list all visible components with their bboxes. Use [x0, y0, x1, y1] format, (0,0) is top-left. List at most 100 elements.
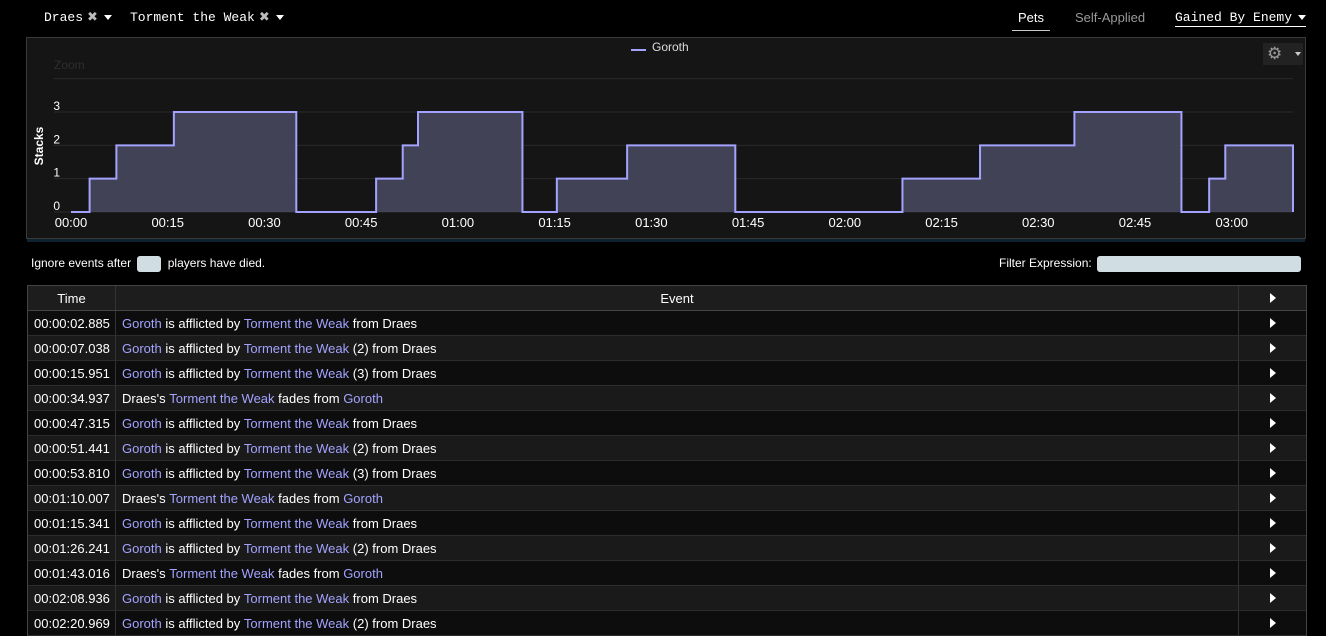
- event-fragment: from Draes: [349, 315, 418, 331]
- table-row[interactable]: 00:00:53.810 Goroth is afflicted by Torme…: [28, 461, 1306, 486]
- expand-row-button[interactable]: [1239, 436, 1306, 460]
- chevron-down-icon[interactable]: [275, 15, 284, 21]
- gear-icon: ⚙: [1267, 44, 1283, 63]
- filter-expression-input[interactable]: [1097, 256, 1302, 272]
- ability-link[interactable]: Torment the Weak: [169, 491, 274, 506]
- ability-link[interactable]: Torment the Weak: [244, 316, 349, 331]
- play-arrow-icon: [1269, 593, 1276, 603]
- expand-row-button[interactable]: [1239, 486, 1306, 510]
- ability-link[interactable]: Torment the Weak: [244, 366, 349, 381]
- expand-row-button[interactable]: [1239, 461, 1306, 485]
- unit-link[interactable]: Goroth: [122, 366, 162, 381]
- unit-link[interactable]: Goroth: [122, 616, 162, 631]
- table-row[interactable]: 00:00:02.885 Goroth is afflicted by Torme…: [28, 311, 1306, 336]
- expand-row-button[interactable]: [1239, 411, 1306, 435]
- y-axis-label: Stacks: [32, 126, 46, 165]
- table-row[interactable]: 00:00:34.937 Draes's Torment the Weak fad…: [28, 386, 1306, 411]
- event-time: 00:02:08.936: [28, 586, 116, 610]
- header-event[interactable]: Event: [116, 286, 1239, 310]
- filter-torment-the-weak[interactable]: Torment the Weak ✖: [130, 10, 284, 25]
- event-text: Draes's Torment the Weak fades from Goro…: [116, 561, 1239, 585]
- chart-scrollbar[interactable]: [27, 239, 1305, 242]
- tab-pets[interactable]: Pets: [1012, 10, 1051, 31]
- event-fragment: is afflicted by: [161, 590, 244, 606]
- table-row[interactable]: 00:01:43.016 Draes's Torment the Weak fad…: [28, 561, 1306, 586]
- ability-link[interactable]: Torment the Weak: [169, 566, 274, 581]
- tab-self-applied[interactable]: Self-Applied: [1075, 10, 1145, 25]
- unit-link[interactable]: Goroth: [122, 541, 162, 556]
- ability-link[interactable]: Torment the Weak: [244, 591, 349, 606]
- ability-link[interactable]: Torment the Weak: [244, 541, 349, 556]
- unit-link[interactable]: Goroth: [343, 566, 383, 581]
- event-time: 00:00:15.951: [28, 361, 116, 385]
- table-row[interactable]: 00:00:15.951 Goroth is afflicted by Torme…: [28, 361, 1306, 386]
- ability-link[interactable]: Torment the Weak: [244, 416, 349, 431]
- table-row[interactable]: 00:01:10.007 Draes's Torment the Weak fad…: [28, 486, 1306, 511]
- ability-link[interactable]: Torment the Weak: [244, 616, 349, 631]
- close-icon[interactable]: ✖: [259, 10, 270, 25]
- unit-link[interactable]: Goroth: [122, 416, 162, 431]
- event-time: 00:00:53.810: [28, 461, 116, 485]
- expand-row-button[interactable]: [1239, 586, 1306, 610]
- x-tick-label: 01:15: [538, 215, 571, 230]
- expand-row-button[interactable]: [1239, 611, 1306, 635]
- chevron-down-icon: [1295, 52, 1301, 56]
- expand-row-button[interactable]: [1239, 561, 1306, 585]
- table-row[interactable]: 00:00:07.038 Goroth is afflicted by Torme…: [28, 336, 1306, 361]
- unit-link[interactable]: Goroth: [343, 491, 383, 506]
- event-time: 00:01:26.241: [28, 536, 116, 560]
- expand-row-button[interactable]: [1239, 536, 1306, 560]
- event-fragment: (3) from Draes: [349, 465, 437, 481]
- play-arrow-icon: [1269, 368, 1276, 378]
- x-tick-label: 02:00: [829, 215, 862, 230]
- chart-settings-button[interactable]: ⚙: [1263, 43, 1303, 65]
- unit-link[interactable]: Goroth: [343, 391, 383, 406]
- event-text: Goroth is afflicted by Torment the Weak …: [116, 411, 1239, 435]
- event-fragment: from Draes: [349, 415, 418, 431]
- ability-link[interactable]: Torment the Weak: [244, 341, 349, 356]
- play-arrow-icon: [1269, 343, 1276, 353]
- death-count-input[interactable]: [137, 256, 162, 272]
- table-row[interactable]: 00:02:08.936 Goroth is afflicted by Torme…: [28, 586, 1306, 611]
- ability-link[interactable]: Torment the Weak: [244, 466, 349, 481]
- unit-link[interactable]: Goroth: [122, 441, 162, 456]
- unit-link[interactable]: Goroth: [122, 316, 162, 331]
- event-fragment: is afflicted by: [161, 315, 244, 331]
- ability-link[interactable]: Torment the Weak: [244, 516, 349, 531]
- chevron-down-icon[interactable]: [103, 15, 112, 21]
- ignore-events-control: Ignore events after players have died.: [31, 256, 265, 272]
- ability-link[interactable]: Torment the Weak: [169, 391, 274, 406]
- expand-row-button[interactable]: [1239, 361, 1306, 385]
- event-fragment: (2) from Draes: [349, 340, 437, 356]
- table-row[interactable]: 00:02:20.969 Goroth is afflicted by Torme…: [28, 611, 1306, 636]
- gained-by-dropdown[interactable]: Gained By Enemy: [1175, 10, 1307, 27]
- filter-draes[interactable]: Draes ✖: [44, 10, 112, 25]
- play-arrow-icon: [1269, 318, 1276, 328]
- ability-link[interactable]: Torment the Weak: [244, 441, 349, 456]
- table-row[interactable]: 00:01:26.241 Goroth is afflicted by Torme…: [28, 536, 1306, 561]
- expand-row-button[interactable]: [1239, 336, 1306, 360]
- expand-row-button[interactable]: [1239, 511, 1306, 535]
- event-fragment: is afflicted by: [161, 515, 244, 531]
- event-text: Goroth is afflicted by Torment the Weak …: [116, 436, 1239, 460]
- stacks-chart[interactable]: Zoom 0 1 2 3 Stacks Goroth 00:00 00:15 00:30 00:45…: [26, 37, 1306, 242]
- unit-link[interactable]: Goroth: [122, 466, 162, 481]
- expand-row-button[interactable]: [1239, 386, 1306, 410]
- event-fragment: is afflicted by: [161, 465, 244, 481]
- table-row[interactable]: 00:00:47.315 Goroth is afflicted by Torme…: [28, 411, 1306, 436]
- x-tick-label: 01:30: [635, 215, 668, 230]
- expand-row-button[interactable]: [1239, 311, 1306, 335]
- expand-all-button[interactable]: [1239, 286, 1306, 310]
- header-time[interactable]: Time: [28, 286, 116, 310]
- table-row[interactable]: 00:01:15.341 Goroth is afflicted by Torme…: [28, 511, 1306, 536]
- unit-link[interactable]: Goroth: [122, 516, 162, 531]
- close-icon[interactable]: ✖: [87, 10, 98, 25]
- legend-label: Goroth: [652, 40, 689, 54]
- table-row[interactable]: 00:00:51.441 Goroth is afflicted by Torme…: [28, 436, 1306, 461]
- play-arrow-icon: [1269, 443, 1276, 453]
- play-arrow-icon: [1269, 543, 1276, 553]
- event-time: 00:02:20.969: [28, 611, 116, 635]
- unit-link[interactable]: Goroth: [122, 341, 162, 356]
- filter-label: Draes: [44, 10, 84, 25]
- unit-link[interactable]: Goroth: [122, 591, 162, 606]
